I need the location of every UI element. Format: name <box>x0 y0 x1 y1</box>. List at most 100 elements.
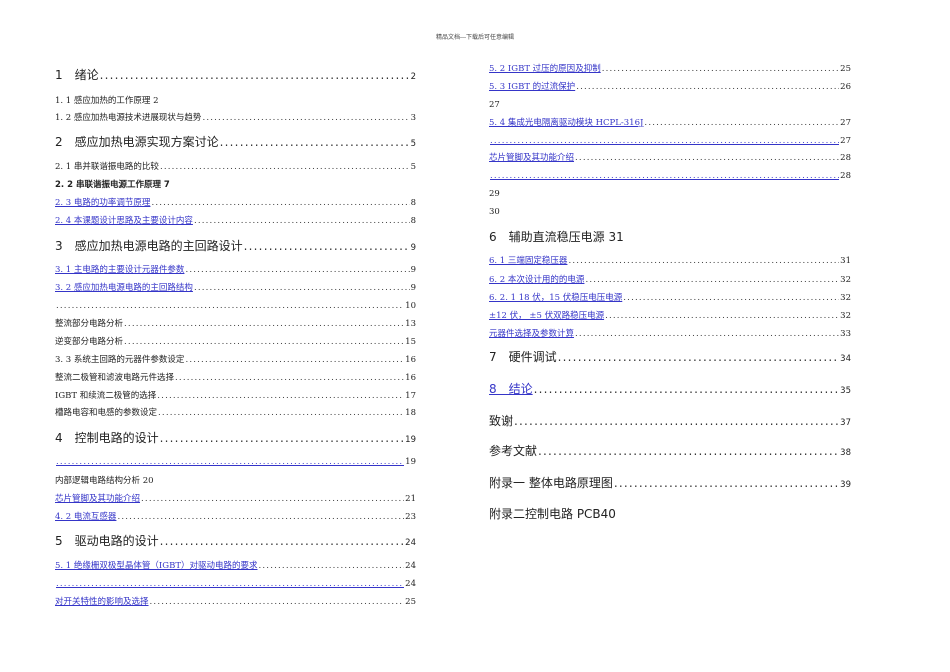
toc-entry[interactable]: 3. 2 感应加热电源电路的主回路结构 9 <box>55 282 416 294</box>
toc-entry: 1. 2 感应加热电源技术进展现状与趋势 3 <box>55 112 416 124</box>
toc-entry[interactable]: 5. 2 IGBT 过压的原因及抑制 25 <box>489 63 851 75</box>
toc-entry-title[interactable]: 6. 2. 1 18 伏，15 伏稳压电压电源 <box>489 292 622 304</box>
toc-page-number: 38 <box>840 448 851 458</box>
toc-entry: 整流二极管和滤波电路元件选择 16 <box>55 372 416 384</box>
toc-page-number: 26 <box>840 82 851 92</box>
toc-entry-title: 1 绪论 <box>55 68 99 82</box>
dot-leader <box>100 67 410 83</box>
toc-entry-title: 3 感应加热电源电路的主回路设计 <box>55 239 243 253</box>
dot-leader <box>117 511 404 523</box>
toc-entry[interactable]: 元器件选择及参数计算 33 <box>489 328 851 340</box>
toc-entry[interactable]: 6. 2 本次设计用的的电源 32 <box>489 274 851 286</box>
toc-entry: 1 绪论 2 <box>55 67 416 85</box>
toc-entry[interactable]: 6. 1 三端固定稳压器 31 <box>489 255 851 267</box>
toc-entry: 槽路电容和电感的参数设定 18 <box>55 407 416 419</box>
toc-entry[interactable]: 19 <box>55 456 416 468</box>
toc-entry[interactable]: 3. 1 主电路的主要设计元器件参数 9 <box>55 264 416 276</box>
dot-leader <box>575 328 839 340</box>
toc-entry-title: 5 驱动电路的设计 <box>55 534 159 548</box>
dot-leader <box>623 292 839 304</box>
toc-entry-title[interactable]: 5. 1 绝缘栅双极型晶体管（IGBT）对驱动电路的要求 <box>55 560 258 572</box>
toc-page-number: 9 <box>410 283 416 293</box>
toc-entry[interactable]: 8 结论 35 <box>489 381 851 399</box>
toc-entry-title[interactable]: 6. 2 本次设计用的的电源 <box>489 274 584 286</box>
toc-entry[interactable]: 5. 4 集成光电隔离驱动模块 HCPL-316J 27 <box>489 117 851 129</box>
toc-entry-title[interactable]: 元器件选择及参数计算 <box>489 328 574 340</box>
dot-leader <box>185 264 409 276</box>
toc-entry[interactable]: 芯片管脚及其功能介绍 28 <box>489 152 851 164</box>
dot-leader <box>644 117 839 129</box>
dot-leader <box>160 533 405 549</box>
toc-entry: 4 控制电路的设计 19 <box>55 430 416 448</box>
dot-leader <box>576 81 839 93</box>
toc-entry[interactable]: 对开关特性的影响及选择 25 <box>55 596 416 608</box>
toc-entry-title[interactable]: 3. 2 感应加热电源电路的主回路结构 <box>55 282 193 294</box>
dot-leader <box>202 112 409 124</box>
toc-entry-title: 4 控制电路的设计 <box>55 431 159 445</box>
toc-page-number: 16 <box>405 373 416 383</box>
toc-entry-title: IGBT 和续流二极管的选择 <box>55 391 157 401</box>
toc-entry[interactable]: 28 <box>489 170 851 182</box>
toc-page-number: 33 <box>840 329 851 339</box>
toc-entry-title[interactable]: 3. 1 主电路的主要设计元器件参数 <box>55 264 184 276</box>
dot-leader <box>568 255 839 267</box>
page-header: 精品文档---下载后可任意编辑 <box>435 34 515 41</box>
toc-entry-title[interactable]: 对开关特性的影响及选择 <box>55 596 149 608</box>
toc-entry-title[interactable]: 5. 4 集成光电隔离驱动模块 HCPL-316J <box>489 117 643 129</box>
toc-entry[interactable]: 6. 2. 1 18 伏，15 伏稳压电压电源 32 <box>489 292 851 304</box>
toc-page-number: 28 <box>840 171 851 181</box>
toc-entry-title[interactable]: 4. 2 电流互感器 <box>55 511 116 523</box>
dot-leader <box>175 372 404 384</box>
dot-leader <box>534 381 840 397</box>
toc-page-number: 25 <box>405 597 416 607</box>
dot-leader <box>490 170 839 182</box>
toc-entry-title[interactable]: 芯片管脚及其功能介绍 <box>489 152 574 164</box>
toc-entry[interactable]: 芯片管脚及其功能介绍 21 <box>55 493 416 505</box>
toc-entry-title[interactable]: 2. 3 电路的功率调节原理 <box>55 197 150 209</box>
toc-entry[interactable]: 24 <box>55 578 416 590</box>
toc-page-number: 19 <box>405 435 416 445</box>
toc-entry-title[interactable]: 芯片管脚及其功能介绍 <box>55 493 140 505</box>
toc-entry-title[interactable]: 5. 3 IGBT 的过流保护 <box>489 81 575 93</box>
toc-entry-title[interactable]: 6. 1 三端固定稳压器 <box>489 255 567 267</box>
toc-entry: 3 感应加热电源电路的主回路设计 9 <box>55 238 416 256</box>
dot-leader <box>558 349 840 365</box>
dot-leader <box>124 318 404 330</box>
toc-entry[interactable]: 4. 2 电流互感器 23 <box>55 511 416 523</box>
toc-entry-title: 3. 3 系统主回路的元器件参数设定 <box>55 355 185 365</box>
toc-entry-title[interactable]: 8 结论 <box>489 381 533 397</box>
toc-page-number: 8 <box>410 216 416 226</box>
toc-page-number: 10 <box>405 301 416 311</box>
toc-entry-title: 2. 2 串联谐振电源工作原理 7 <box>55 180 170 190</box>
toc-entry-title[interactable]: 2. 4 本课题设计思路及主要设计内容 <box>55 215 193 227</box>
toc-page-number: 9 <box>410 243 416 253</box>
dot-leader <box>160 161 410 173</box>
dot-leader <box>124 336 404 348</box>
dot-leader <box>244 238 410 254</box>
toc-entry[interactable]: 5. 1 绝缘栅双极型晶体管（IGBT）对驱动电路的要求 24 <box>55 560 416 572</box>
toc-entry-title: 30 <box>489 207 500 217</box>
toc-entry[interactable]: 2. 4 本课题设计思路及主要设计内容 8 <box>55 215 416 227</box>
toc-page-number: 5 <box>410 162 416 172</box>
toc-page-number: 3 <box>410 113 416 123</box>
toc-entry-title: 参考文献 <box>489 444 538 458</box>
dot-leader <box>490 135 839 147</box>
toc-entry[interactable]: 5. 3 IGBT 的过流保护 26 <box>489 81 851 93</box>
toc-page-number: 37 <box>840 418 851 428</box>
toc-entry-title[interactable]: 5. 2 IGBT 过压的原因及抑制 <box>489 63 601 75</box>
toc-entry: 3. 3 系统主回路的元器件参数设定 16 <box>55 354 416 366</box>
toc-entry: 致谢 37 <box>489 413 851 431</box>
toc-entry[interactable]: ±12 伏， ±5 伏双路稳压电源 32 <box>489 310 851 322</box>
toc-entry[interactable]: 27 <box>489 135 851 147</box>
toc-entry[interactable]: 2. 3 电路的功率调节原理 8 <box>55 197 416 209</box>
toc-page-number: 2 <box>410 72 416 82</box>
dot-leader <box>56 578 404 590</box>
dot-leader <box>151 197 409 209</box>
toc-page-number: 32 <box>840 275 851 285</box>
toc-page-number: 27 <box>840 136 851 146</box>
toc-entry-title[interactable]: ±12 伏， ±5 伏双路稳压电源 <box>489 310 604 322</box>
toc-page-number: 9 <box>410 265 416 275</box>
toc-entry-title: 致谢 <box>489 414 514 428</box>
toc-page-number: 32 <box>840 293 851 303</box>
toc-entry: IGBT 和续流二极管的选择 17 <box>55 390 416 402</box>
